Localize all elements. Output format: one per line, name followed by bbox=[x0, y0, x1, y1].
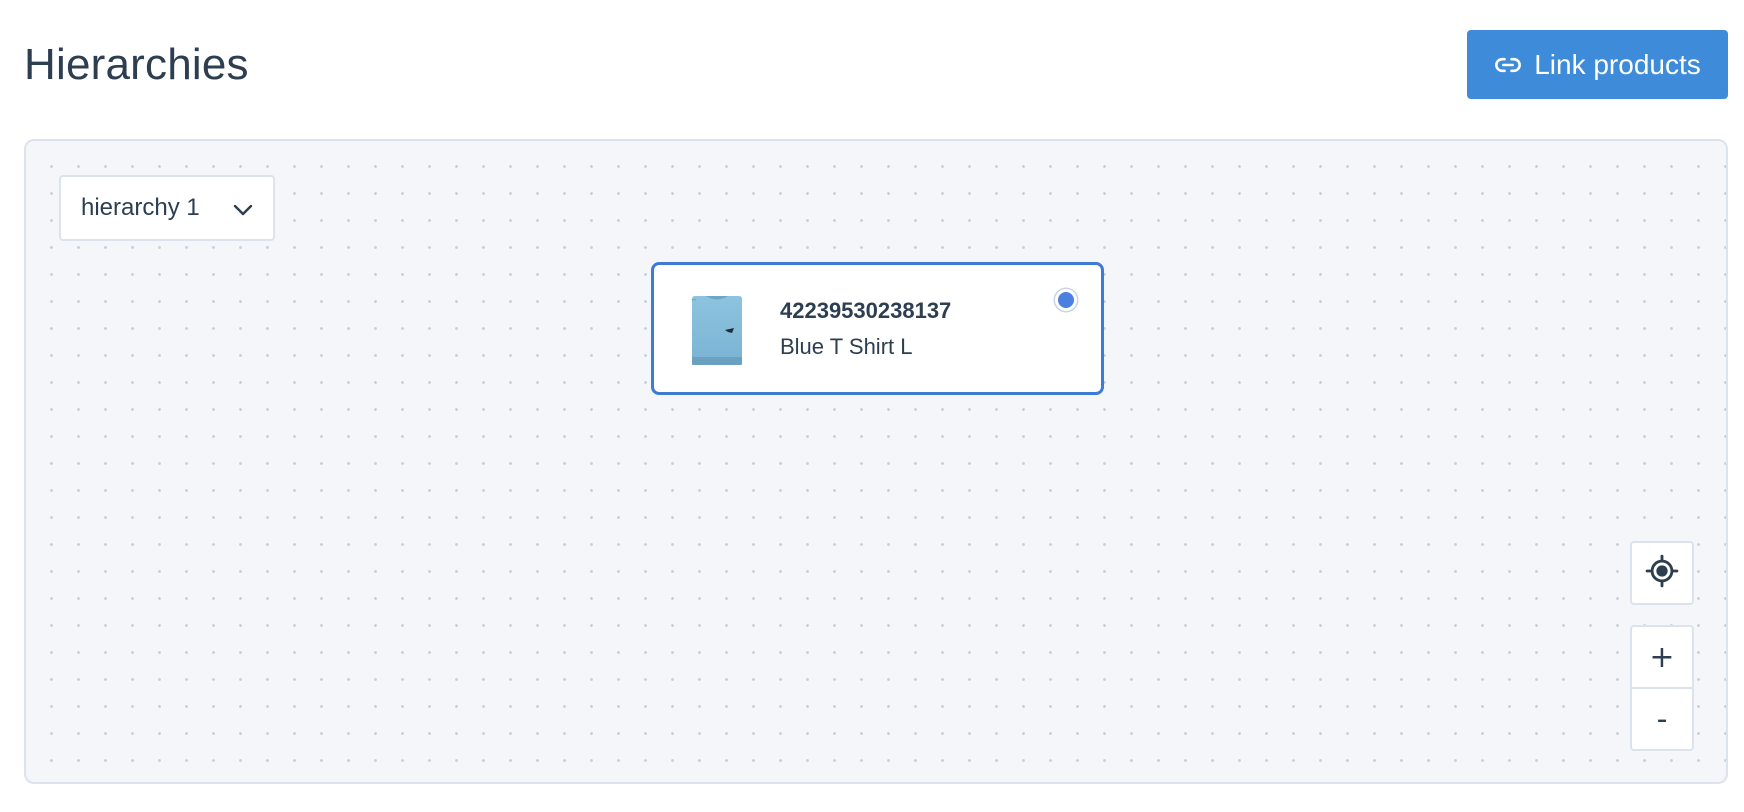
center-view-button[interactable] bbox=[1630, 541, 1694, 605]
hierarchy-canvas[interactable]: hierarchy 1 42239530238137 Blue T Shirt … bbox=[24, 139, 1728, 784]
link-products-label: Link products bbox=[1534, 48, 1701, 80]
product-name: Blue T Shirt L bbox=[780, 334, 913, 359]
zoom-in-button[interactable]: + bbox=[1630, 625, 1694, 689]
page-header: Hierarchies Link products bbox=[0, 0, 1744, 120]
hierarchies-page: Hierarchies Link products hierarchy 1 42… bbox=[0, 0, 1744, 812]
link-icon bbox=[1494, 51, 1522, 79]
crosshair-target-icon bbox=[1645, 554, 1679, 592]
hierarchy-select[interactable]: hierarchy 1 bbox=[59, 175, 275, 241]
product-node[interactable]: 42239530238137 Blue T Shirt L bbox=[651, 262, 1104, 395]
product-id: 42239530238137 bbox=[780, 298, 952, 323]
link-products-button[interactable]: Link products bbox=[1467, 30, 1728, 99]
hierarchy-select-value: hierarchy 1 bbox=[81, 194, 200, 221]
chevron-down-icon bbox=[231, 198, 255, 229]
connection-handle[interactable] bbox=[1055, 289, 1077, 311]
zoom-in-label: + bbox=[1649, 639, 1675, 675]
t-shirt-image bbox=[688, 293, 746, 367]
zoom-out-label: - bbox=[1656, 701, 1668, 737]
zoom-out-button[interactable]: - bbox=[1630, 687, 1694, 751]
page-title: Hierarchies bbox=[24, 40, 249, 89]
